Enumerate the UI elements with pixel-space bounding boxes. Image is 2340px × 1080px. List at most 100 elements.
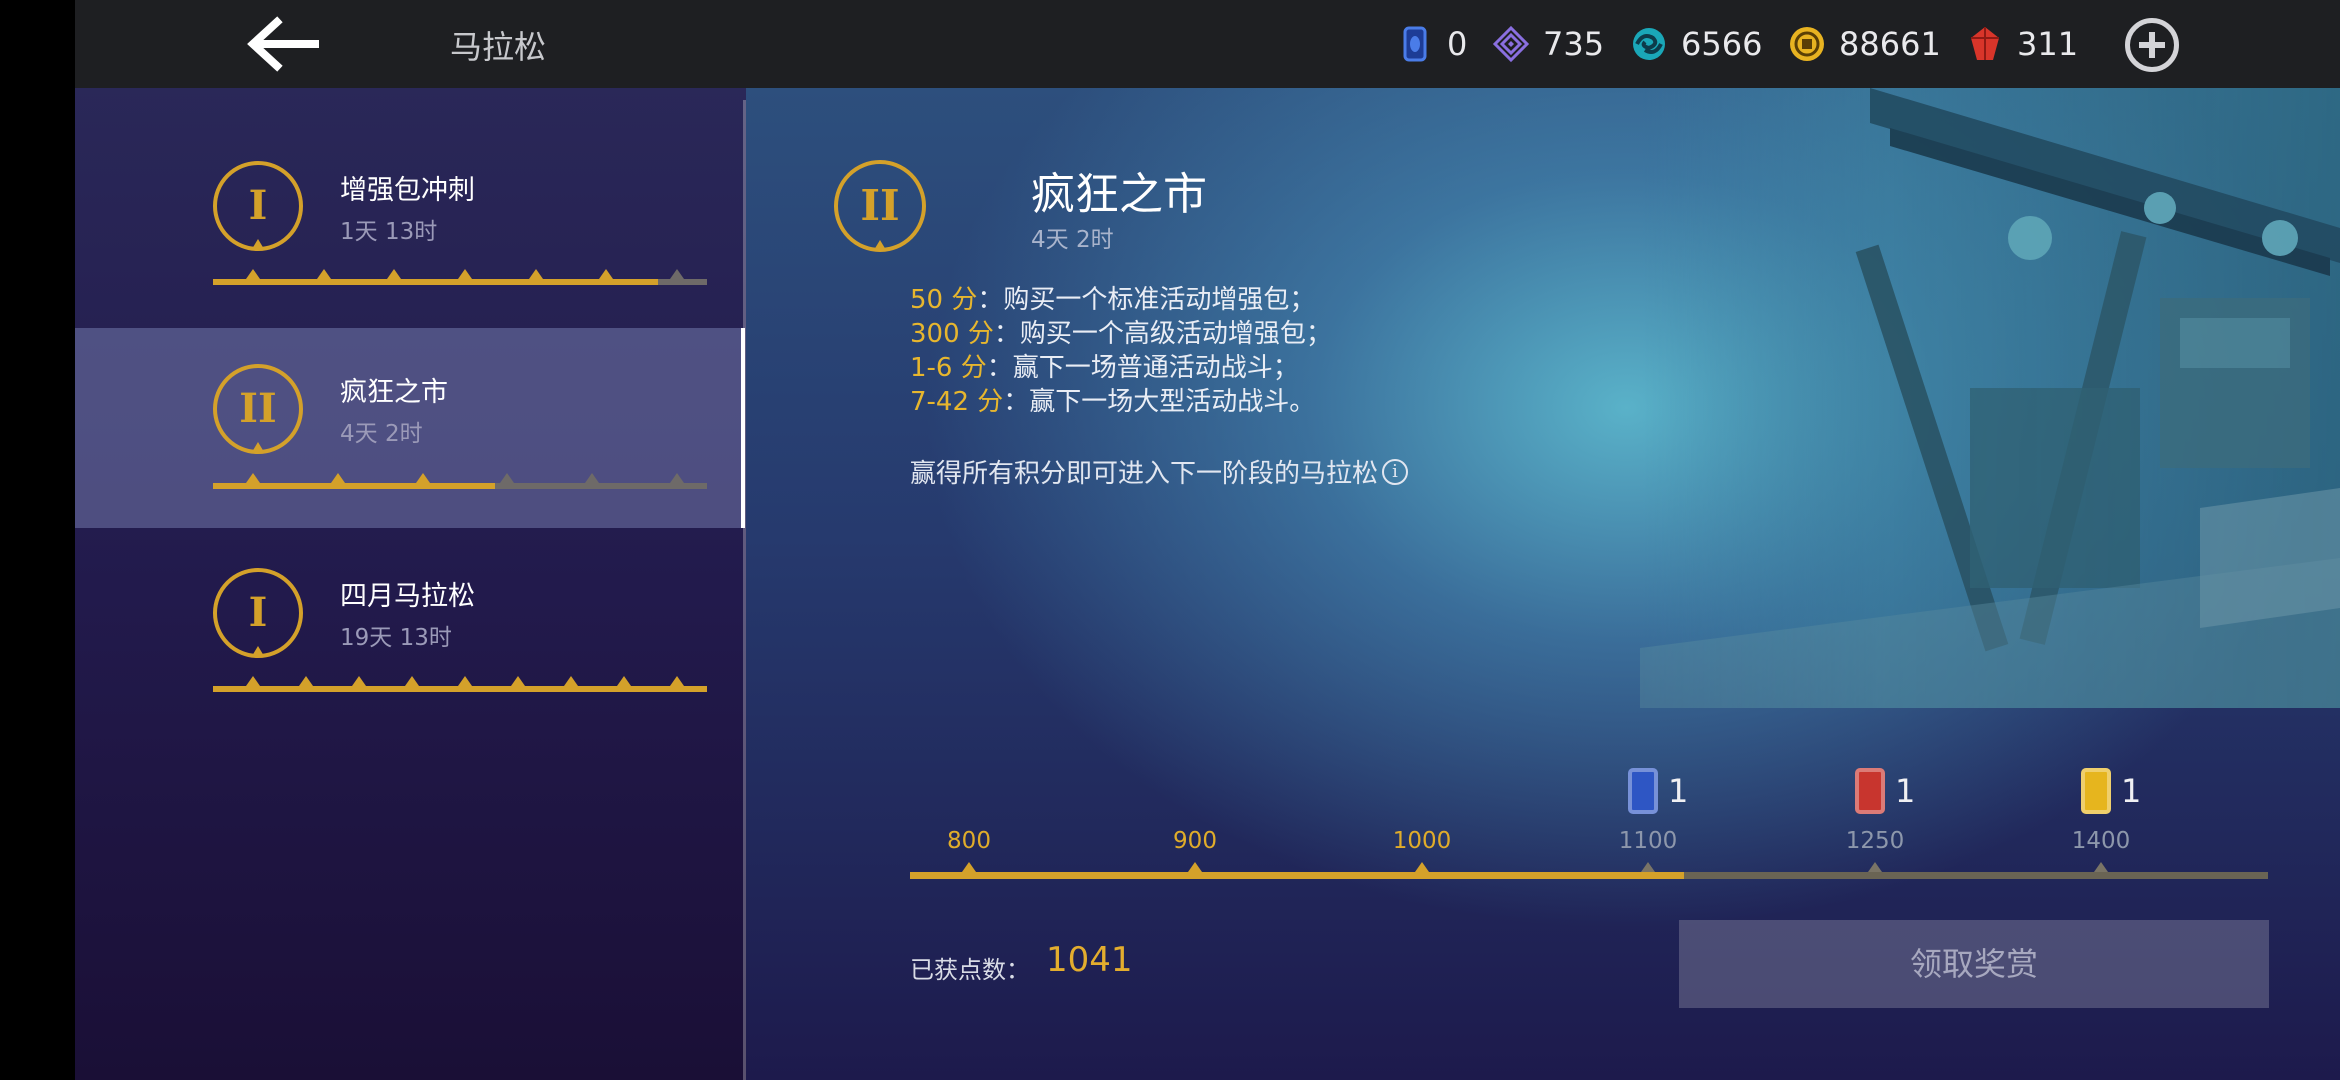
stage-sidebar: I 增强包冲刺 1天 13时 II 疯狂之市 4天 2时 I 四月马拉松 19天… (75, 88, 745, 1080)
milestone-value-label: 900 (1173, 828, 1217, 854)
progression-note: 赢得所有积分即可进入下一阶段的马拉松 i (910, 453, 1409, 490)
stage-numeral: I (248, 182, 268, 229)
sidebar-item-time: 4天 2时 (340, 421, 423, 447)
stage-badge: I (213, 161, 303, 251)
sidebar-item-name: 增强包冲刺 (340, 175, 475, 206)
rule-points: 50 分 (910, 285, 978, 315)
add-currency-button[interactable] (2125, 18, 2179, 72)
currency-value: 6566 (1681, 25, 1763, 63)
teal-swirl-icon (1629, 24, 1669, 64)
currency-value: 735 (1543, 25, 1605, 63)
progress-milestone-marker (585, 473, 600, 483)
stage-detail-panel: II 疯狂之市 4天 2时 50 分：购买一个标准活动增强包； 300 分：购买… (746, 88, 2340, 1080)
progress-milestone-marker (405, 676, 419, 686)
stage-title: 疯狂之市 (1031, 169, 1207, 220)
progress-milestone-marker (415, 473, 430, 483)
blue-card-icon (1628, 768, 1658, 814)
currency-bar: 0 735 6566 88661 311 (75, 0, 2340, 88)
milestone-reward[interactable]: 1 (2081, 768, 2141, 814)
progress-milestone-marker (316, 269, 331, 279)
currency-value: 311 (2017, 25, 2079, 63)
progress-milestone-marker (599, 269, 614, 279)
milestone-value-label: 1250 (1845, 828, 1905, 854)
info-icon[interactable]: i (1382, 458, 1409, 485)
progress-milestone-marker (564, 676, 578, 686)
stage-time-remaining: 4天 2时 (1031, 227, 1114, 253)
points-value: 1041 (1046, 940, 1133, 980)
progression-note-text: 赢得所有积分即可进入下一阶段的马拉松 (910, 459, 1379, 489)
current-stage-badge: II (834, 160, 926, 252)
stage-numeral: II (239, 385, 277, 432)
scoring-rule: 50 分：购买一个标准活动增强包； (910, 283, 1332, 317)
progress-milestone-marker (670, 676, 684, 686)
progress-milestone-marker (299, 676, 313, 686)
sidebar-item-time: 19天 13时 (340, 625, 452, 651)
stage-progress-bar (213, 676, 707, 692)
rule-points: 1-6 分 (910, 353, 987, 383)
stage-badge: I (213, 568, 303, 658)
currency-purple-diamond[interactable]: 735 (1491, 22, 1604, 66)
rule-text: ：赢下一场普通活动战斗； (986, 353, 1299, 383)
progress-milestone-marker (458, 269, 472, 279)
rule-points: 300 分 (910, 319, 994, 349)
progress-milestone-marker (528, 269, 543, 279)
currency-red-gem[interactable]: 311 (1965, 22, 2078, 66)
app-root: 马拉松 0 735 6566 88661 311 I 增强包冲刺 1天 13时 … (75, 0, 2340, 1080)
scoring-rule: 300 分：购买一个高级活动增强包； (910, 317, 1332, 351)
stage-badge: II (213, 364, 303, 454)
progress-milestone-marker (246, 473, 260, 483)
progress-milestone-marker (670, 473, 684, 483)
milestone-marker (2094, 862, 2108, 872)
currency-teal-swirl[interactable]: 6566 (1629, 22, 1762, 66)
milestone-marker (962, 862, 976, 872)
currency-gold-coin[interactable]: 88661 (1787, 22, 1941, 66)
progress-milestone-marker (246, 269, 260, 279)
milestone-progress-fill (910, 872, 1685, 879)
milestone-marker (1415, 862, 1429, 872)
badge-notch (252, 646, 264, 656)
rule-points: 7-42 分 (910, 387, 1004, 417)
badge-notch (252, 442, 264, 452)
sidebar-item-time: 1天 13时 (340, 219, 438, 245)
milestone-progress-track (910, 862, 2268, 879)
milestone-reward[interactable]: 1 (1628, 768, 1688, 814)
sidebar-item-stage-2[interactable]: II 疯狂之市 4天 2时 (75, 328, 745, 528)
scoring-rule: 7-42 分：赢下一场大型活动战斗。 (910, 385, 1332, 419)
milestone-marker (1868, 862, 1882, 872)
sidebar-item-stage-1[interactable]: I 增强包冲刺 1天 13时 (75, 88, 745, 288)
currency-value: 88661 (1839, 25, 1941, 63)
rule-text: ：赢下一场大型活动战斗。 (1003, 387, 1316, 417)
badge-notch (874, 240, 886, 250)
reward-count: 1 (2121, 772, 2142, 810)
reward-count: 1 (1668, 772, 1689, 810)
sidebar-item-name: 疯狂之市 (340, 377, 448, 408)
top-bar: 马拉松 0 735 6566 88661 311 (75, 0, 2340, 88)
stage-numeral: I (248, 589, 268, 636)
points-label: 已获点数： (910, 956, 1030, 984)
sidebar-item-stage-3[interactable]: I 四月马拉松 19天 13时 (75, 528, 745, 728)
progress-milestone-marker (511, 676, 525, 686)
stage-progress-bar (213, 269, 707, 285)
milestone-value-label: 1100 (1618, 828, 1678, 854)
progress-milestone-marker (500, 473, 515, 483)
purple-diamond-icon (1491, 24, 1531, 64)
milestone-reward[interactable]: 1 (1855, 768, 1915, 814)
progress-milestone-marker (330, 473, 345, 483)
blue-card-icon (1395, 24, 1435, 64)
scoring-rules: 50 分：购买一个标准活动增强包； 300 分：购买一个高级活动增强包； 1-6… (910, 283, 1332, 419)
market-scene-illustration (1640, 88, 2340, 708)
progress-milestone-marker (670, 269, 684, 279)
progress-milestone-marker (617, 676, 631, 686)
milestone-value-label: 800 (947, 828, 991, 854)
red-card-icon (1855, 768, 1885, 814)
rule-text: ：购买一个高级活动增强包； (993, 319, 1332, 349)
progress-milestone-marker (458, 676, 472, 686)
progress-milestone-marker (387, 269, 402, 279)
stage-progress-bar (213, 473, 707, 489)
claim-reward-button[interactable]: 领取奖赏 (1679, 920, 2269, 1008)
red-gem-icon (1965, 24, 2005, 64)
currency-blue-card[interactable]: 0 (1395, 22, 1467, 66)
stage-numeral: II (860, 181, 900, 230)
rule-text: ：购买一个标准活动增强包； (977, 285, 1316, 315)
gold-card-icon (2081, 768, 2111, 814)
